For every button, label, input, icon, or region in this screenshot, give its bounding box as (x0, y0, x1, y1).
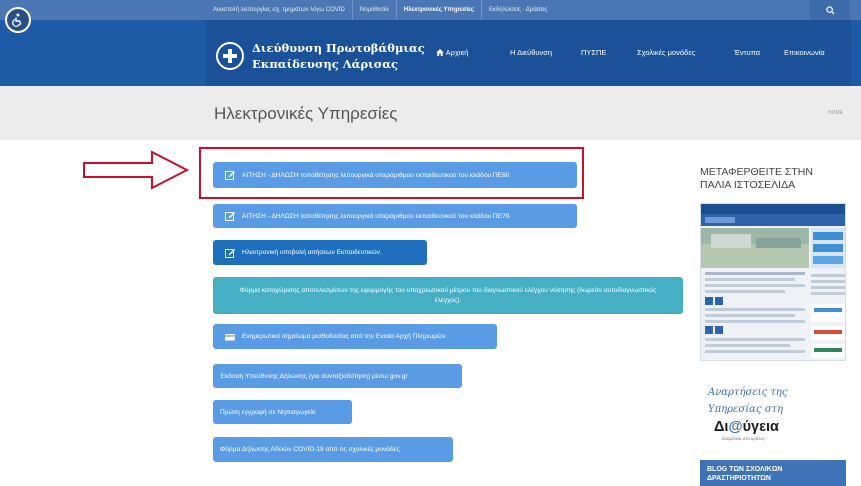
top-link-events[interactable]: Εκδηλώσεις - Δράσεις (482, 0, 554, 20)
service-label: ΑΙΤΗΣΗ - ΔΗΛΩΣΗ τοποθέτησης λειτουργικά … (242, 212, 510, 220)
blog-line-2: ΔΡΑΣΤΗΡΙΟΤΗΤΩΝ (707, 475, 771, 482)
diavgeia-caption-line-1: Αναρτήσεις της (708, 387, 788, 398)
service-button-self-test-form[interactable]: Φόρμα καταχώρισης αποτελεσμάτων της εφαρ… (213, 277, 683, 314)
breadcrumb[interactable]: HOME (828, 110, 843, 116)
annotation-arrow-icon (83, 150, 190, 190)
edit-icon (225, 248, 235, 258)
service-label: Ηλεκτρονική υποβολή αιτήσεων Εκπαιδευτικ… (242, 249, 382, 256)
accessibility-button[interactable] (5, 7, 31, 33)
service-label: Ενημερωτικό σημείωμα μισθοδοσίας από την… (242, 333, 446, 340)
service-button-teacher-applications[interactable]: Ηλεκτρονική υποβολή αιτήσεων Εκπαιδευτικ… (213, 240, 427, 265)
top-link-covid[interactable]: Αναστολή λειτουργίας σχ. τμημάτων λόγω C… (206, 0, 353, 20)
diavgeia-tagline: διαφάνεια στο κράτος (722, 436, 765, 441)
nav-school-units[interactable]: Σχολικές μονάδες (637, 48, 695, 57)
diavgeia-logo-part-2: ύγεια (742, 419, 779, 435)
page-title: Ηλεκτρονικές Υπηρεσίες (214, 104, 398, 123)
logo-line-2: Εκπαίδευσης Λάρισας (252, 57, 399, 71)
old-site-link[interactable]: ΜΕΤΑΦΕΡΘΕΙΤΕ ΣΤΗΝ ΠΑΛΙΑ ΙΣΤΟΣΕΛΙΔΑ (700, 166, 850, 192)
page-title-band (0, 86, 861, 140)
old-site-line-1: ΜΕΤΑΦΕΡΘΕΙΤΕ ΣΤΗΝ (700, 166, 813, 178)
search-icon (825, 5, 835, 15)
school-activities-blog-link[interactable]: BLOG ΤΩΝ ΣΧΟΛΙΚΩΝ ΔΡΑΣΤΗΡΙΟΤΗΤΩΝ (700, 460, 846, 486)
top-link-e-services[interactable]: Ηλεκτρονικές Υπηρεσίες (397, 0, 482, 20)
service-button-payroll-note[interactable]: Ενημερωτικό σημείωμα μισθοδοσίας από την… (213, 324, 497, 349)
service-label: ΑΙΤΗΣΗ - ΔΗΛΩΣΗ τοποθέτησης λειτουργικά … (242, 171, 510, 179)
logo-line-1: Διεύθυνση Πρωτοβάθμιας (252, 41, 425, 55)
old-site-line-2: ΠΑΛΙΑ ΙΣΤΟΣΕΛΙΔΑ (700, 179, 796, 191)
diavgeia-logo[interactable]: Δι@ύγεια (714, 419, 779, 435)
service-button-kindergarten-enrolment[interactable]: Πρώτη εγγραφή σε Νηπιαγωγείο (213, 400, 352, 424)
nav-pyspe[interactable]: ΠΥΣΠΕ (581, 48, 606, 57)
site-logo[interactable] (216, 42, 244, 70)
edit-icon (225, 212, 235, 221)
service-label: Έκδοση Υπεύθυνης Δήλωσης (για συνταξιοδό… (220, 372, 408, 380)
card-icon (225, 333, 235, 340)
diavgeia-logo-at: @ (728, 419, 743, 435)
edit-icon (225, 171, 235, 180)
website-preview-image (701, 204, 845, 358)
accessibility-icon (12, 13, 22, 27)
diavgeia-caption-line-2: Υπηρεσίας στη (708, 404, 784, 415)
service-button-covid-leave-form[interactable]: Φόρμα Δήλωσης Αδειών COVID-19 από τις σχ… (213, 437, 453, 462)
top-nav: Αναστολή λειτουργίας σχ. τμημάτων λόγω C… (206, 0, 554, 20)
diavgeia-logo-part-1: Δι (714, 419, 729, 435)
nav-forms[interactable]: Έντυπα (734, 48, 760, 57)
service-label: Φόρμα Δήλωσης Αδειών COVID-19 από τις σχ… (220, 446, 400, 453)
service-button-pe60[interactable]: ΑΙΤΗΣΗ - ΔΗΛΩΣΗ τοποθέτησης λειτουργικά … (213, 162, 577, 188)
medical-cross-icon (223, 49, 237, 63)
home-icon (436, 49, 444, 56)
nav-contact[interactable]: Επικοινωνία (784, 48, 825, 57)
nav-home-label: Αρχική (445, 48, 469, 57)
nav-directorate[interactable]: Η Διεύθυνση (510, 48, 552, 57)
service-button-solemn-declaration[interactable]: Έκδοση Υπεύθυνης Δήλωσης (για συνταξιοδό… (213, 364, 462, 388)
blog-line-1: BLOG ΤΩΝ ΣΧΟΛΙΚΩΝ (707, 466, 783, 473)
site-logo-text[interactable]: Διεύθυνση Πρωτοβάθμιας Εκπαίδευσης Λάρισ… (252, 40, 425, 72)
old-site-thumbnail[interactable] (700, 203, 846, 361)
service-label: Φόρμα καταχώρισης αποτελεσμάτων της εφαρ… (239, 286, 657, 304)
service-label: Πρώτη εγγραφή σε Νηπιαγωγείο (220, 408, 316, 416)
service-button-pe70[interactable]: ΑΙΤΗΣΗ - ΔΗΛΩΣΗ τοποθέτησης λειτουργικά … (213, 204, 577, 228)
top-link-legislation[interactable]: Νομοθεσία (353, 0, 397, 20)
search-button[interactable] (810, 0, 850, 20)
nav-home[interactable]: Αρχική (436, 48, 468, 57)
